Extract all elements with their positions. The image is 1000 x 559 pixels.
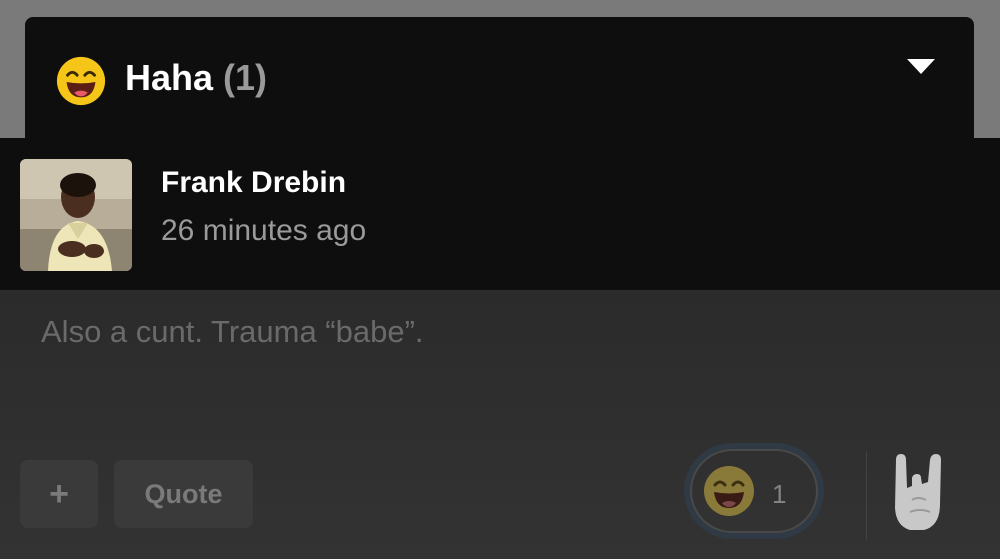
post-text: Also a cunt. Trauma “babe”.: [41, 314, 424, 349]
reactor-row[interactable]: Frank Drebin 26 minutes ago: [0, 138, 1000, 290]
laughing-face-icon: [56, 56, 106, 106]
add-button[interactable]: +: [20, 460, 98, 528]
reaction-timestamp: 26 minutes ago: [161, 214, 367, 247]
reaction-summary-button[interactable]: 1: [690, 449, 818, 533]
avatar-photo: [20, 159, 132, 271]
quote-button[interactable]: Quote: [114, 460, 253, 528]
reaction-count: 1: [772, 479, 787, 509]
reaction-name: Haha: [125, 57, 214, 98]
reactions-sheet-header: Haha (1): [25, 17, 974, 142]
reaction-tab-title[interactable]: Haha (1): [125, 57, 267, 99]
reaction-tab-count: (1): [223, 57, 268, 98]
avatar[interactable]: [20, 159, 132, 271]
laughing-face-icon: [704, 466, 754, 516]
rock-hand-icon[interactable]: [888, 452, 952, 536]
divider: [866, 452, 867, 540]
reactor-name[interactable]: Frank Drebin: [161, 166, 346, 200]
chevron-down-icon[interactable]: [907, 59, 935, 74]
